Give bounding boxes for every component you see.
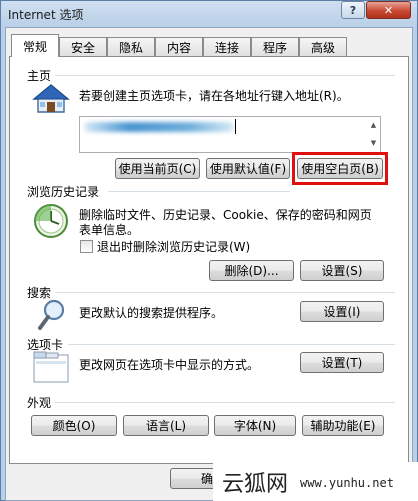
- section-divider: [55, 292, 395, 293]
- close-icon: ✕: [383, 3, 394, 17]
- colors-button[interactable]: 颜色(O): [31, 415, 117, 436]
- delete-on-exit-checkbox[interactable]: [80, 240, 93, 253]
- tab-general[interactable]: 常规: [11, 34, 59, 57]
- fonts-button[interactable]: 字体(N): [214, 415, 296, 436]
- question-icon: ?: [349, 3, 357, 17]
- section-divider: [55, 402, 395, 403]
- tabs-settings-button[interactable]: 设置(T): [300, 352, 384, 373]
- tab-advanced[interactable]: 高级: [299, 37, 347, 56]
- history-settings-button[interactable]: 设置(S): [300, 260, 384, 281]
- home-icon: [32, 84, 70, 113]
- window-title: Internet 选项: [8, 8, 84, 22]
- tab-privacy[interactable]: 隐私: [107, 37, 155, 56]
- use-current-button[interactable]: 使用当前页(C): [115, 158, 200, 179]
- section-divider: [108, 191, 290, 192]
- close-button[interactable]: ✕: [366, 1, 411, 19]
- languages-button[interactable]: 语言(L): [123, 415, 209, 436]
- section-title-appearance: 外观: [27, 396, 52, 410]
- watermark-url: www.yunhu.net: [300, 476, 394, 490]
- history-description-line2: 表单信息。: [79, 223, 140, 237]
- scroll-up-icon[interactable]: ▲: [368, 117, 379, 133]
- tab-programs[interactable]: 程序: [251, 37, 299, 56]
- watermark-text: 云狐网: [222, 472, 289, 497]
- highlight-box: [292, 152, 388, 185]
- tabs-icon: [33, 351, 69, 383]
- tabs-description: 更改网页在选项卡中显示的方式。: [79, 358, 260, 372]
- scroll-down-icon[interactable]: ▼: [368, 135, 379, 151]
- help-button[interactable]: ?: [341, 1, 365, 19]
- search-description: 更改默认的搜索提供程序。: [79, 306, 224, 320]
- section-divider: [55, 75, 395, 76]
- history-clock-icon: [34, 204, 68, 238]
- section-title-homepage: 主页: [27, 69, 52, 83]
- delete-on-exit-label: 退出时删除浏览历史记录(W): [97, 240, 251, 254]
- accessibility-button[interactable]: 辅助功能(E): [302, 415, 384, 436]
- section-title-history: 浏览历史记录: [27, 185, 100, 199]
- tab-security[interactable]: 安全: [59, 37, 107, 56]
- text-cursor: [235, 119, 236, 134]
- use-default-button[interactable]: 使用默认值(F): [206, 158, 290, 179]
- section-divider: [68, 344, 395, 345]
- search-icon: [38, 299, 65, 330]
- search-settings-button[interactable]: 设置(I): [300, 301, 384, 322]
- tab-content[interactable]: 内容: [155, 37, 203, 56]
- homepage-description: 若要创建主页选项卡，请在各地址行键入地址(R)。: [79, 89, 349, 103]
- delete-history-button[interactable]: 删除(D)...: [209, 260, 294, 281]
- blurred-homepage-url: [84, 122, 234, 132]
- tab-connections[interactable]: 连接: [203, 37, 251, 56]
